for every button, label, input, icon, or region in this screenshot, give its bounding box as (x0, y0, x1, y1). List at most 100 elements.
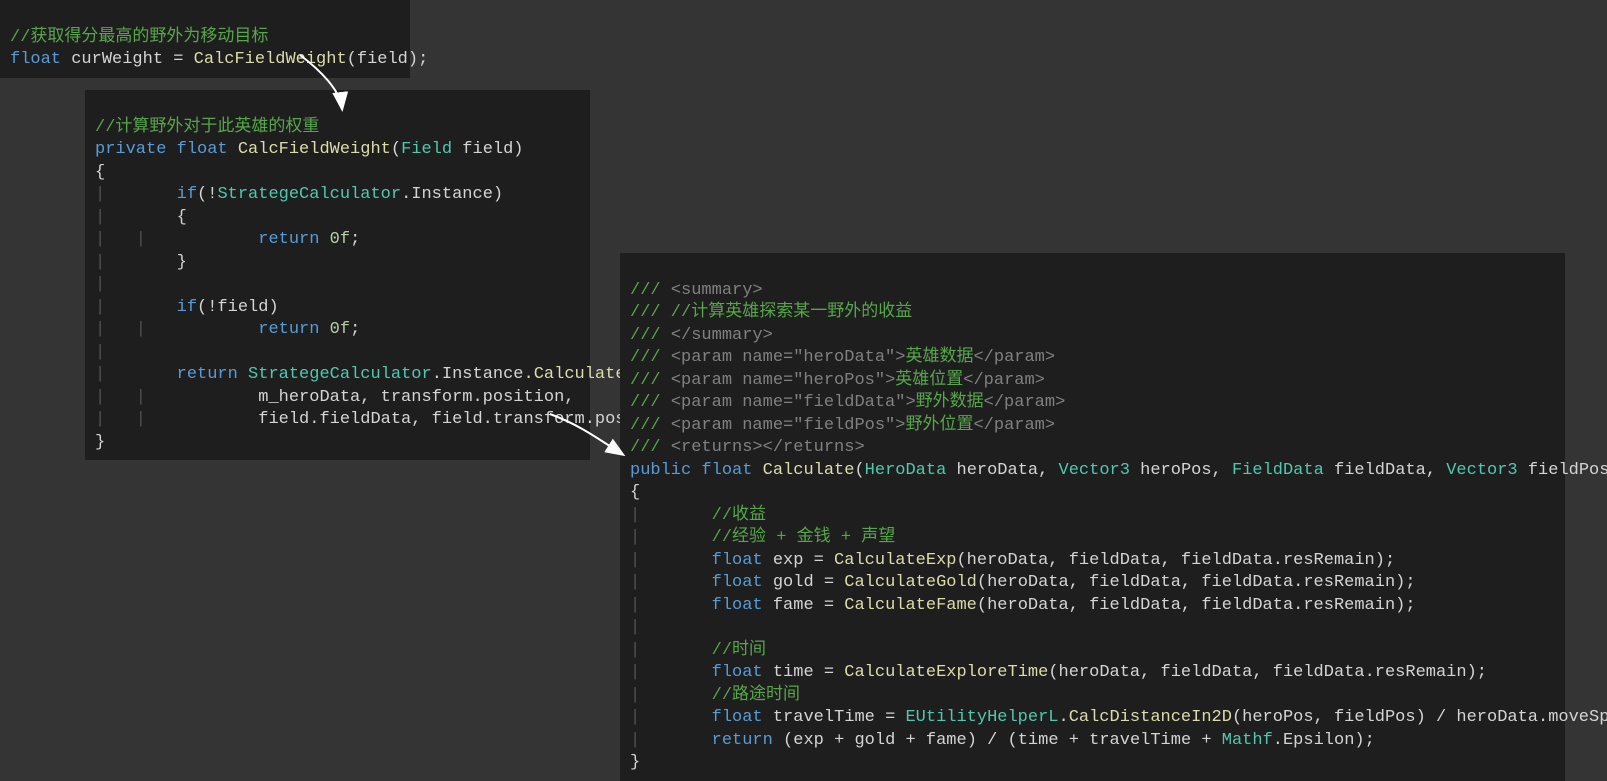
code-token: = (824, 596, 834, 615)
code-token: StrategeCalculator (217, 185, 401, 204)
code-token: </param> (973, 416, 1055, 435)
code-token: "fieldData" (793, 393, 905, 412)
code-token: .Epsilon); (1273, 731, 1375, 750)
code-token: /// (630, 416, 671, 435)
code-line: { (630, 483, 640, 502)
code-token: ( (391, 140, 401, 159)
code-token: (! (197, 185, 217, 204)
code-token: return (671, 731, 773, 750)
code-token: 英雄位置 (895, 371, 963, 390)
code-token: public (630, 461, 691, 480)
code-token: private (95, 140, 166, 159)
code-token: float (691, 461, 752, 480)
code-token: float (166, 140, 227, 159)
code-token: exp (763, 551, 814, 570)
code-token: heroData.moveSpeed; (1446, 708, 1607, 727)
code-token: field) (452, 140, 523, 159)
code-token: float (671, 573, 763, 592)
code-token: + (1069, 731, 1079, 750)
code-token: = (173, 50, 183, 69)
code-token: .Instance. (432, 365, 534, 384)
code-token: + (834, 731, 844, 750)
code-token: <param name= (671, 416, 793, 435)
code-token: FieldData (1232, 461, 1324, 480)
code-token: + (905, 731, 915, 750)
code-token: ; (350, 230, 360, 249)
code-token: = (814, 551, 824, 570)
code-token: <summary> (671, 281, 763, 300)
code-token: /// (630, 326, 671, 345)
code-token: ( (854, 461, 864, 480)
code-token: /// (630, 281, 671, 300)
code-line: } (136, 253, 187, 272)
code-token: CalculateExp (824, 551, 957, 570)
code-line: //收益 (671, 506, 766, 525)
code-token: CalculateGold (834, 573, 977, 592)
code-token: "fieldPos" (793, 416, 895, 435)
code-token: /// (630, 438, 671, 457)
code-token: return (177, 320, 320, 339)
code-token: 野外数据 (916, 393, 984, 412)
code-token: EUtilityHelperL (895, 708, 1058, 727)
code-token: heroPos, (1130, 461, 1232, 480)
code-token: heroData, (946, 461, 1058, 480)
code-token: </param> (963, 371, 1045, 390)
code-token: fame) (916, 731, 987, 750)
code-token: Calculate (752, 461, 854, 480)
code-token: </param> (984, 393, 1066, 412)
code-token: /// (630, 393, 671, 412)
code-token: travelTime (1079, 731, 1201, 750)
code-token: / (1436, 708, 1446, 727)
code-token: "heroData" (793, 348, 895, 367)
code-token: > (885, 371, 895, 390)
code-token: (heroData, fieldData, fieldData.resRemai… (956, 551, 1395, 570)
code-token: Calculate (534, 365, 626, 384)
code-line: //路途时间 (671, 686, 800, 705)
code-token: <returns></returns> (671, 438, 865, 457)
code-line: //获取得分最高的野外为移动目标 (10, 28, 268, 47)
code-line: m_heroData, transform.position, (177, 388, 575, 407)
code-token: /// (630, 371, 671, 390)
code-line: //计算野外对于此英雄的权重 (95, 118, 319, 137)
code-token: (field); (347, 50, 429, 69)
code-token: /// (630, 348, 671, 367)
code-token: float (671, 663, 763, 682)
code-box-caller: //获取得分最高的野外为移动目标 float curWeight = CalcF… (0, 0, 410, 78)
code-token: HeroData (865, 461, 947, 480)
code-token: 0f (319, 320, 350, 339)
code-token: CalcFieldWeight (228, 140, 391, 159)
code-token: (time (997, 731, 1068, 750)
code-line: /// //计算英雄探索某一野外的收益 (630, 303, 912, 322)
code-token: (exp (773, 731, 834, 750)
code-token: "heroPos" (793, 371, 885, 390)
code-token: CalculateFame (834, 596, 977, 615)
code-token: return (136, 365, 238, 384)
code-token: return (177, 230, 320, 249)
code-token: = (885, 708, 895, 727)
code-token: fame (763, 596, 824, 615)
code-token: Mathf (1212, 731, 1273, 750)
code-line: //经验 + 金钱 + 声望 (671, 528, 895, 547)
code-line: field.fieldData, field.transform.positio… (177, 410, 697, 429)
code-token: . (1059, 708, 1069, 727)
code-token: </param> (973, 348, 1055, 367)
code-token: travelTime (763, 708, 885, 727)
code-token: gold (844, 731, 905, 750)
code-token: fieldData, (1324, 461, 1446, 480)
code-token: CalcFieldWeight (183, 50, 346, 69)
code-token: CalculateExploreTime (834, 663, 1048, 682)
code-line: } (95, 433, 105, 452)
code-token: gold (763, 573, 824, 592)
code-token: curWeight (61, 50, 173, 69)
code-token: + (1201, 731, 1211, 750)
code-token: 0f (319, 230, 350, 249)
code-token: float (10, 50, 61, 69)
code-box-calculate: /// <summary> /// //计算英雄探索某一野外的收益 /// </… (620, 253, 1565, 781)
code-token: > (895, 348, 905, 367)
code-token: fieldPos) (1518, 461, 1607, 480)
code-token: Vector3 (1446, 461, 1517, 480)
code-token: 英雄数据 (905, 348, 973, 367)
code-token: <param name= (671, 393, 793, 412)
code-token: > (905, 393, 915, 412)
code-token: time (763, 663, 824, 682)
